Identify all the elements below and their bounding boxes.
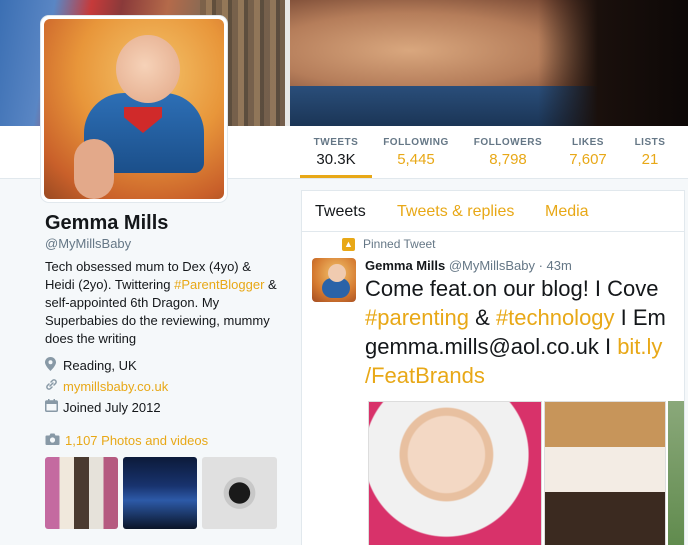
stat-value: 7,607 xyxy=(569,151,607,168)
pin-icon: ▲ xyxy=(342,237,355,251)
website-link[interactable]: mymillsbaby.co.uk xyxy=(63,379,168,394)
tweet-text-fragment: & xyxy=(468,305,496,330)
banner-hair xyxy=(538,0,688,126)
profile-website: mymillsbaby.co.uk xyxy=(45,378,168,394)
tweet-avatar[interactable] xyxy=(312,258,356,302)
link-icon xyxy=(45,378,63,394)
tweet-photo[interactable] xyxy=(668,401,684,545)
avatar-baby-head xyxy=(116,35,180,103)
tweet-text-fragment: gemma.mills@aol.co.uk I xyxy=(365,334,618,359)
timeline-tabs: Tweets Tweets & replies Media xyxy=(302,191,684,232)
short-link-path[interactable]: /FeatBrands xyxy=(365,361,684,390)
tweet-line: gemma.mills@aol.co.uk I bit.ly xyxy=(365,332,684,361)
photos-count-text: 1,107 Photos and videos xyxy=(65,433,209,448)
stat-value: 5,445 xyxy=(397,151,435,168)
stat-lists[interactable]: LISTS 21 xyxy=(630,126,670,178)
tweet-text-fragment: I Em xyxy=(614,305,666,330)
tab-tweets[interactable]: Tweets xyxy=(315,203,366,221)
tweet-text: Come feat.on our blog! I Cove #parenting… xyxy=(365,274,684,390)
tweet-line: Come feat.on our blog! I Cove xyxy=(365,276,659,301)
location-text: Reading, UK xyxy=(63,358,137,373)
tweet-author-handle[interactable]: @MyMillsBaby xyxy=(449,258,535,273)
banner-image-right xyxy=(290,0,688,126)
profile-handle[interactable]: @MyMillsBaby xyxy=(45,236,131,251)
profile-bio: Tech obsessed mum to Dex (4yo) & Heidi (… xyxy=(45,258,283,348)
stat-value: 8,798 xyxy=(489,151,527,168)
camera-icon xyxy=(45,433,60,448)
timeline: Tweets Tweets & replies Media ▲ Pinned T… xyxy=(301,190,685,545)
tweet-line: #parenting & #technology I Em xyxy=(365,303,684,332)
photo-thumbnail[interactable] xyxy=(123,457,197,529)
stat-likes[interactable]: LIKES 7,607 xyxy=(560,126,616,178)
tweet-author-name[interactable]: Gemma Mills xyxy=(365,258,445,273)
pinned-label: Pinned Tweet xyxy=(363,237,436,251)
tweet-photo[interactable] xyxy=(368,401,542,545)
stat-followers[interactable]: FOLLOWERS 8,798 xyxy=(468,126,548,178)
photos-videos-link[interactable]: 1,107 Photos and videos xyxy=(45,433,208,448)
map-pin-icon xyxy=(45,357,63,374)
tweet-header: Gemma Mills @MyMillsBaby · 43m xyxy=(365,258,572,273)
stat-label: TWEETS xyxy=(313,137,359,148)
hashtag-link[interactable]: #parenting xyxy=(365,305,469,330)
profile-avatar[interactable] xyxy=(41,16,227,202)
tweet-avatar-head xyxy=(328,264,346,282)
photo-thumbnail[interactable] xyxy=(45,457,118,529)
stat-tweets[interactable]: TWEETS 30.3K xyxy=(300,126,372,178)
stat-label: LISTS xyxy=(634,137,666,148)
tweet-media xyxy=(368,401,684,545)
stat-label: FOLLOWING xyxy=(383,137,449,148)
tweet-timestamp[interactable]: · 43m xyxy=(539,258,572,273)
profile-joined: Joined July 2012 xyxy=(45,399,161,415)
pinned-indicator: ▲ Pinned Tweet xyxy=(342,237,436,251)
calendar-icon xyxy=(45,399,63,415)
avatar-image xyxy=(44,19,224,199)
stat-label: FOLLOWERS xyxy=(473,137,543,148)
joined-text: Joined July 2012 xyxy=(63,399,161,415)
hashtag-link[interactable]: #technology xyxy=(496,305,615,330)
avatar-hand xyxy=(74,139,114,199)
stat-label: LIKES xyxy=(572,137,604,148)
profile-name[interactable]: Gemma Mills xyxy=(45,212,168,235)
bio-hashtag-link[interactable]: #ParentBlogger xyxy=(174,277,264,292)
short-link[interactable]: bit.ly xyxy=(617,334,662,359)
tab-tweets-replies[interactable]: Tweets & replies xyxy=(397,203,514,221)
tab-media[interactable]: Media xyxy=(545,203,589,221)
stat-following[interactable]: FOLLOWING 5,445 xyxy=(380,126,452,178)
stat-value: 21 xyxy=(641,151,659,168)
profile-location: Reading, UK xyxy=(45,357,137,374)
stat-value: 30.3K xyxy=(316,151,356,168)
tweet-photo[interactable] xyxy=(544,401,666,545)
photo-thumbnail[interactable] xyxy=(202,457,277,529)
